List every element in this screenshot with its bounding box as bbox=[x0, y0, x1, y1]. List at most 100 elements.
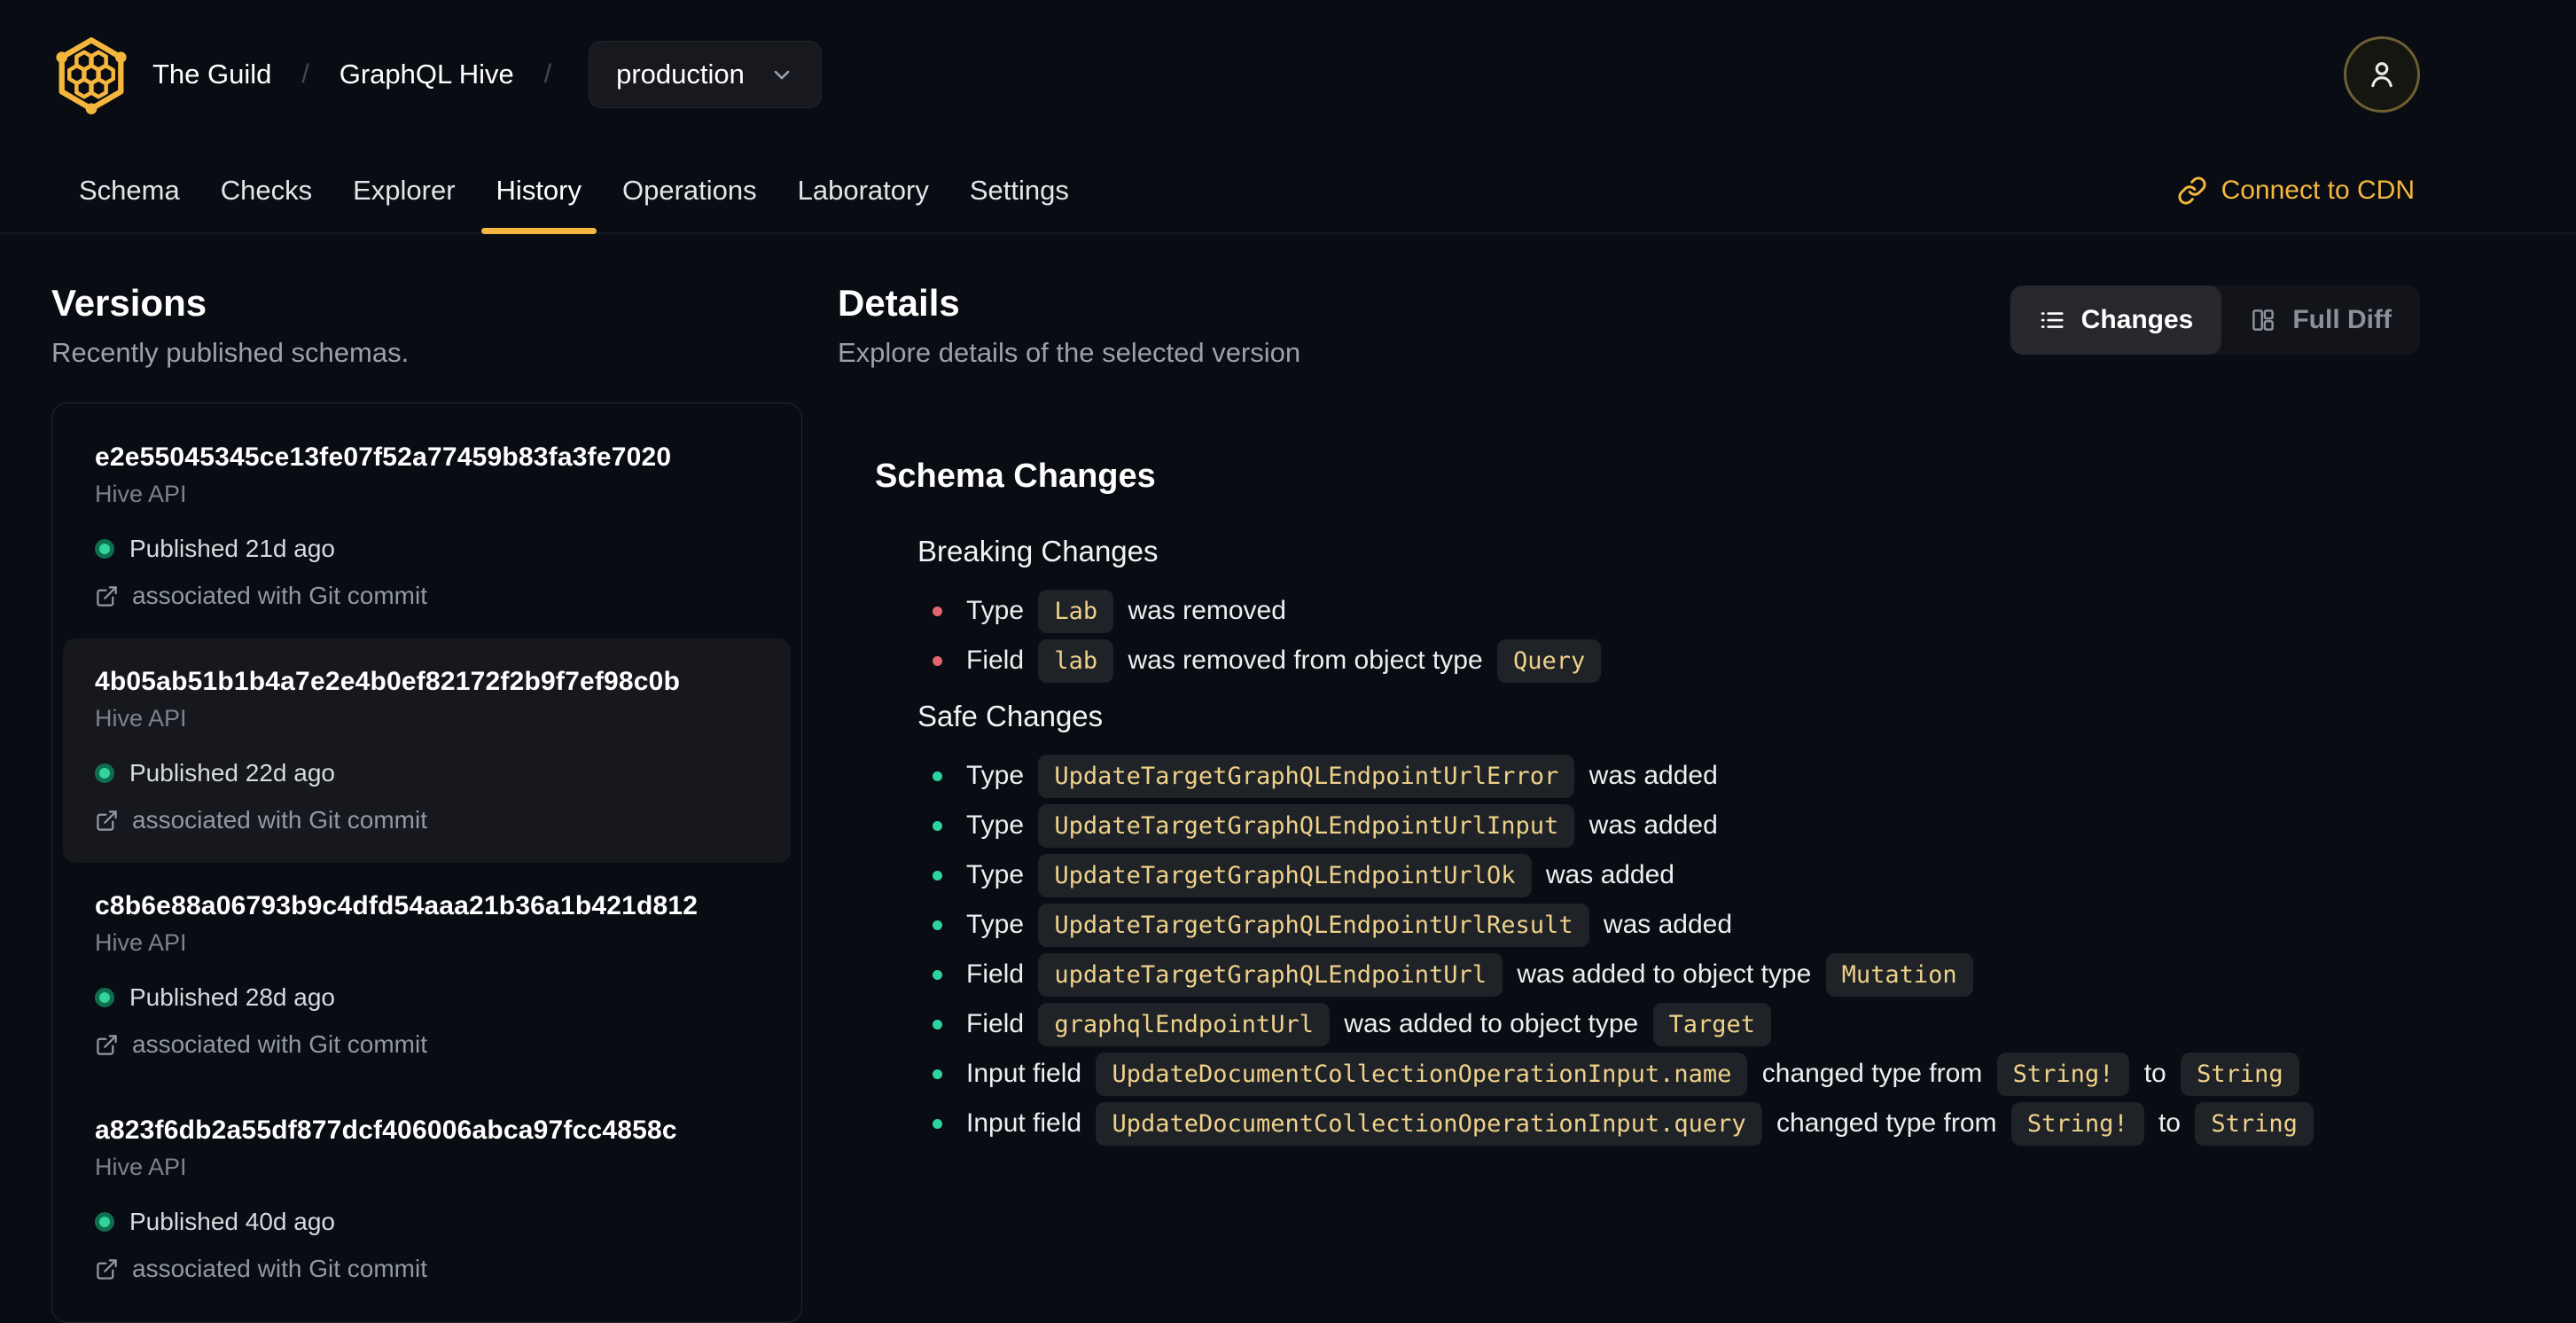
version-service: Hive API bbox=[95, 481, 187, 507]
connect-to-cdn-button[interactable]: Connect to CDN bbox=[2172, 175, 2420, 207]
version-published-label: Published 40d ago bbox=[129, 1208, 335, 1235]
schema-change-row: Type UpdateTargetGraphQLEndpointUrlOk wa… bbox=[917, 850, 2420, 900]
code-chip: updateTargetGraphQLEndpointUrl bbox=[1038, 952, 1503, 997]
link-icon bbox=[2177, 176, 2207, 206]
breadcrumb-project[interactable]: GraphQL Hive bbox=[340, 59, 514, 90]
tab-history[interactable]: History bbox=[476, 149, 602, 234]
tab-schema[interactable]: Schema bbox=[59, 149, 200, 232]
change-text: Field bbox=[966, 959, 1032, 989]
code-chip: lab bbox=[1038, 638, 1114, 683]
target-selector-dropdown[interactable]: production bbox=[589, 41, 822, 108]
published-dot-icon bbox=[95, 539, 114, 559]
schema-change-row: Field lab was removed from object type Q… bbox=[917, 636, 2420, 685]
change-row-content: Field graphqlEndpointUrl was added to ob… bbox=[966, 1002, 1778, 1046]
git-commit-label: associated with Git commit bbox=[132, 582, 427, 609]
breadcrumb: The Guild / GraphQL Hive / production bbox=[152, 41, 822, 108]
version-published-label: Published 22d ago bbox=[129, 759, 335, 787]
code-chip: UpdateTargetGraphQLEndpointUrlOk bbox=[1038, 853, 1532, 897]
change-list: Type UpdateTargetGraphQLEndpointUrlError… bbox=[917, 751, 2420, 1148]
version-status: Published 22d ago bbox=[95, 759, 759, 787]
change-text: Field bbox=[966, 1009, 1032, 1038]
hive-logo-icon[interactable] bbox=[51, 35, 131, 114]
change-text: Type bbox=[966, 910, 1032, 939]
code-chip: String bbox=[2195, 1101, 2314, 1146]
bullet-dot-icon bbox=[933, 820, 942, 831]
change-text: to bbox=[2136, 1059, 2174, 1088]
change-text: Type bbox=[966, 860, 1032, 889]
external-link-icon bbox=[95, 584, 119, 608]
tab-label: Schema bbox=[79, 175, 180, 206]
change-text: changed type from bbox=[1754, 1059, 1990, 1088]
code-chip: Lab bbox=[1038, 589, 1114, 633]
schema-change-row: Type Lab was removed bbox=[917, 586, 2420, 636]
change-row-content: Input field UpdateDocumentCollectionOper… bbox=[966, 1101, 2321, 1146]
tab-laboratory[interactable]: Laboratory bbox=[777, 149, 949, 232]
changes-view-button[interactable]: Changes bbox=[2010, 286, 2222, 355]
version-item[interactable]: a823f6db2a55df877dcf406006abca97fcc4858c… bbox=[63, 1087, 791, 1311]
breadcrumb-org[interactable]: The Guild bbox=[152, 59, 271, 90]
git-commit-link[interactable]: associated with Git commit bbox=[95, 806, 759, 834]
change-group-title: Breaking Changes bbox=[917, 535, 1159, 568]
details-panel: Details Explore details of the selected … bbox=[838, 282, 2420, 1148]
change-text: was added bbox=[1538, 860, 1674, 889]
tab-checks[interactable]: Checks bbox=[200, 149, 332, 232]
bullet-dot-icon bbox=[933, 606, 942, 616]
details-title: Details bbox=[838, 282, 960, 324]
code-chip: UpdateDocumentCollectionOperationInput.q… bbox=[1096, 1101, 1762, 1146]
change-text: Type bbox=[966, 596, 1032, 625]
version-hash: 4b05ab51b1b4a7e2e4b0ef82172f2b9f7ef98c0b bbox=[95, 667, 681, 696]
change-text: was removed from object type bbox=[1120, 646, 1490, 675]
versions-title: Versions bbox=[51, 282, 207, 324]
version-item[interactable]: c8b6e88a06793b9c4dfd54aaa21b36a1b421d812… bbox=[63, 863, 791, 1087]
git-commit-link[interactable]: associated with Git commit bbox=[95, 582, 759, 610]
tab-label: Laboratory bbox=[797, 175, 929, 206]
version-published-label: Published 21d ago bbox=[129, 535, 335, 562]
published-dot-icon bbox=[95, 763, 114, 783]
schema-change-row: Field graphqlEndpointUrl was added to ob… bbox=[917, 999, 2420, 1049]
change-group-title: Safe Changes bbox=[917, 700, 1104, 732]
change-text: was added bbox=[1581, 810, 1718, 840]
git-commit-link[interactable]: associated with Git commit bbox=[95, 1030, 759, 1059]
details-header: Details Explore details of the selected … bbox=[838, 282, 2420, 369]
external-link-icon bbox=[95, 809, 119, 833]
tab-settings[interactable]: Settings bbox=[949, 149, 1089, 232]
change-text: Input field bbox=[966, 1108, 1089, 1138]
schema-change-row: Type UpdateTargetGraphQLEndpointUrlInput… bbox=[917, 801, 2420, 850]
change-row-content: Type UpdateTargetGraphQLEndpointUrlOk wa… bbox=[966, 853, 1674, 897]
code-chip: UpdateTargetGraphQLEndpointUrlError bbox=[1038, 754, 1575, 798]
change-text: was added bbox=[1581, 761, 1718, 790]
schema-changes-title: Schema Changes bbox=[875, 458, 1156, 495]
user-avatar-button[interactable] bbox=[2344, 36, 2420, 113]
code-chip: String bbox=[2181, 1052, 2299, 1096]
full-diff-view-label: Full Diff bbox=[2292, 305, 2392, 334]
version-hash: e2e55045345ce13fe07f52a77459b83fa3fe7020 bbox=[95, 442, 672, 472]
code-chip: UpdateTargetGraphQLEndpointUrlInput bbox=[1038, 803, 1575, 848]
change-text: was added to object type bbox=[1510, 959, 1819, 989]
schema-change-row: Type UpdateTargetGraphQLEndpointUrlError… bbox=[917, 751, 2420, 801]
split-columns-icon bbox=[2250, 307, 2276, 333]
version-status: Published 21d ago bbox=[95, 535, 759, 563]
version-item[interactable]: 4b05ab51b1b4a7e2e4b0ef82172f2b9f7ef98c0b… bbox=[63, 638, 791, 863]
bullet-dot-icon bbox=[933, 655, 942, 666]
schema-changes-section: Schema Changes Breaking Changes Type Lab… bbox=[838, 458, 2420, 1148]
main-content: Versions Recently published schemas. e2e… bbox=[0, 234, 2576, 1323]
tab-explorer[interactable]: Explorer bbox=[332, 149, 475, 232]
version-status: Published 40d ago bbox=[95, 1208, 759, 1236]
tabs-row: Schema Checks Explorer History Operations Lab… bbox=[0, 149, 2576, 234]
change-text: Input field bbox=[966, 1059, 1089, 1088]
breadcrumb-separator: / bbox=[543, 59, 552, 89]
tab-label: History bbox=[496, 175, 582, 206]
bullet-dot-icon bbox=[933, 1069, 942, 1079]
bullet-dot-icon bbox=[933, 969, 942, 980]
tab-operations[interactable]: Operations bbox=[602, 149, 777, 232]
change-group: Safe Changes Type UpdateTargetGraphQLEnd… bbox=[917, 700, 2420, 1148]
change-list: Type Lab was removed Field lab was remov… bbox=[917, 586, 2420, 685]
bullet-dot-icon bbox=[933, 1118, 942, 1129]
change-row-content: Type UpdateTargetGraphQLEndpointUrlInput… bbox=[966, 803, 1718, 848]
full-diff-view-button[interactable]: Full Diff bbox=[2221, 286, 2420, 355]
code-chip: graphqlEndpointUrl bbox=[1038, 1002, 1330, 1046]
version-item[interactable]: e2e55045345ce13fe07f52a77459b83fa3fe7020… bbox=[63, 414, 791, 638]
published-dot-icon bbox=[95, 988, 114, 1007]
git-commit-link[interactable]: associated with Git commit bbox=[95, 1255, 759, 1283]
change-text: Field bbox=[966, 646, 1032, 675]
